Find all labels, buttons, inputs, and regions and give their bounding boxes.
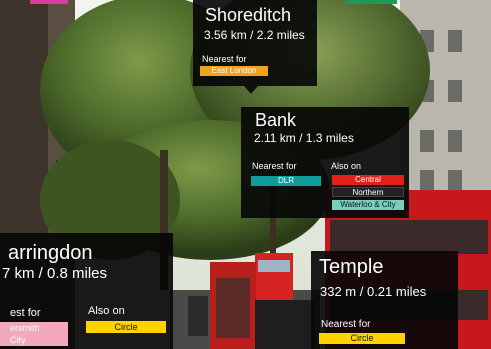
partial-line-tag-left — [30, 0, 68, 4]
station-card-shoreditch[interactable]: Shoreditch 3.56 km / 2.2 miles Nearest f… — [193, 0, 317, 86]
line-tag-northern: Northern — [332, 187, 404, 197]
line-tag-circle: Circle — [86, 321, 166, 333]
station-card-bank[interactable]: Bank 2.11 km / 1.3 miles Nearest for Als… — [241, 107, 409, 218]
station-card-temple[interactable]: Temple 332 m / 0.21 miles Nearest for Ci… — [311, 251, 458, 349]
nearest-for-label: est for — [10, 307, 41, 319]
nearest-for-label: Nearest for — [321, 319, 371, 330]
station-name: Temple — [319, 256, 384, 278]
also-on-label: Also on — [88, 305, 125, 317]
nearest-for-label: Nearest for — [202, 54, 247, 64]
station-name: Bank — [255, 110, 297, 130]
station-distance: 3.56 km / 2.2 miles — [204, 28, 305, 42]
nearest-for-label: Nearest for — [252, 161, 297, 171]
card-pointer — [244, 86, 258, 94]
line-tag-hammersmith-city: ersmith — [0, 322, 68, 334]
line-tag-central: Central — [332, 175, 404, 185]
station-card-farringdon[interactable]: arringdon 7 km / 0.8 miles est for Also … — [0, 233, 173, 349]
station-distance: 2.11 km / 1.3 miles — [254, 131, 354, 145]
line-tag-circle: Circle — [319, 333, 405, 344]
line-tag-dlr: DLR — [251, 176, 321, 186]
line-tag-hammersmith-city-2: City — [0, 334, 68, 346]
station-name: arringdon — [8, 243, 93, 263]
partial-line-tag-right — [345, 0, 397, 4]
station-distance: 7 km / 0.8 miles — [2, 266, 108, 281]
line-tag-waterloo-city: Waterloo & City — [332, 200, 404, 210]
station-name: Shoreditch — [205, 5, 292, 25]
station-distance: 332 m / 0.21 miles — [320, 284, 427, 299]
line-tag-east-london: East London — [200, 66, 268, 76]
also-on-label: Also on — [331, 161, 362, 171]
